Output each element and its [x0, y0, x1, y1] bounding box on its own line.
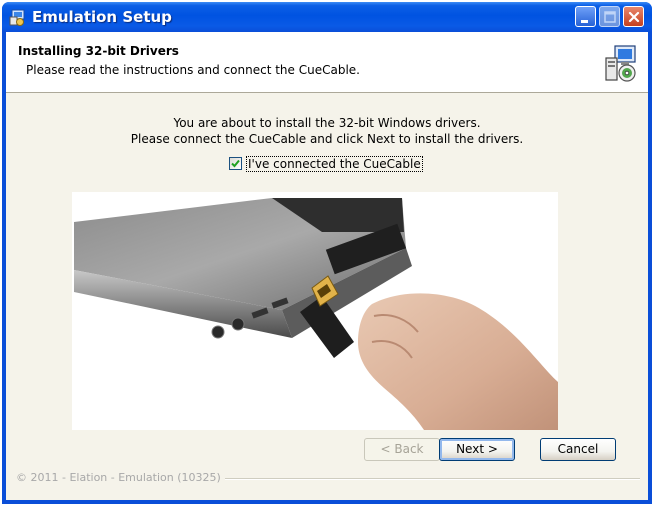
checkmark-icon — [231, 159, 240, 168]
wizard-header: Installing 32-bit Drivers Please read th… — [6, 32, 648, 93]
window-title: Emulation Setup — [32, 8, 172, 26]
back-button[interactable]: < Back — [364, 438, 440, 461]
instructions: You are about to install the 32-bit Wind… — [6, 115, 648, 147]
maximize-button[interactable] — [599, 6, 620, 27]
close-button[interactable] — [623, 6, 644, 27]
title-bar[interactable]: Emulation Setup — [2, 2, 652, 32]
close-icon — [628, 11, 640, 23]
cuecable-checkbox[interactable] — [229, 157, 242, 170]
header-subtitle: Please read the instructions and connect… — [26, 63, 360, 77]
maximize-icon — [604, 11, 616, 23]
laptop-usb-photo — [72, 192, 558, 430]
dialog-client-area: Installing 32-bit Drivers Please read th… — [6, 32, 648, 500]
minimize-button[interactable] — [575, 6, 596, 27]
installer-computer-icon — [605, 45, 636, 82]
instruction-line-2: Please connect the CueCable and click Ne… — [130, 132, 524, 146]
cancel-button[interactable]: Cancel — [540, 438, 616, 461]
minimize-icon — [581, 20, 588, 23]
cuecable-checkbox-label[interactable]: I've connected the CueCable — [246, 156, 423, 172]
copyright-text: © 2011 - Elation - Emulation (10325) — [16, 471, 225, 484]
instruction-line-1: You are about to install the 32-bit Wind… — [173, 116, 481, 130]
header-title: Installing 32-bit Drivers — [18, 44, 179, 58]
next-button[interactable]: Next > — [439, 438, 515, 461]
installer-icon — [9, 9, 25, 26]
setup-window: Emulation Setup Installing 32-bit Driver… — [2, 2, 652, 504]
